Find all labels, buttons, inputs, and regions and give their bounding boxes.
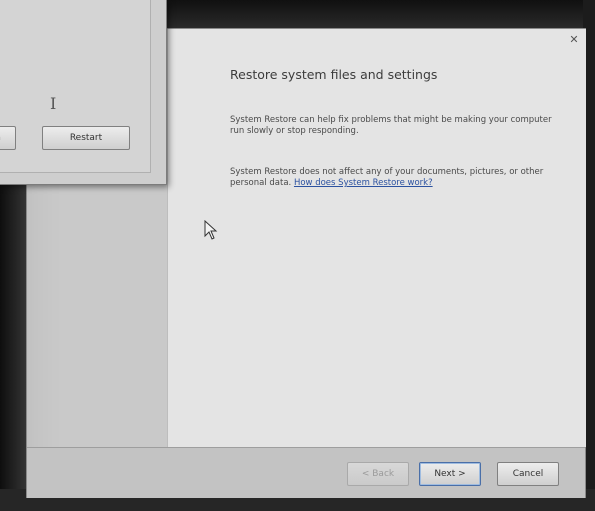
wizard-content-panel: ✕ Restore system files and settings Syst…: [167, 29, 586, 447]
cancel-button[interactable]: Cancel: [497, 462, 559, 486]
info-text: System Restore does not affect any of yo…: [230, 167, 560, 189]
dialog-left-button[interactable]: n: [0, 126, 16, 150]
ibeam-cursor-icon: I: [50, 94, 57, 113]
description-text: System Restore can help fix problems tha…: [230, 115, 552, 136]
back-button[interactable]: < Back: [347, 462, 409, 486]
arrow-cursor-icon: [204, 220, 218, 240]
restart-dialog-body: I n Restart: [0, 0, 151, 173]
next-button[interactable]: Next >: [419, 462, 481, 486]
close-icon[interactable]: ✕: [566, 33, 582, 47]
page-title: Restore system files and settings: [230, 67, 438, 82]
how-it-works-link[interactable]: How does System Restore work?: [294, 178, 433, 188]
restart-button[interactable]: Restart: [42, 126, 130, 150]
wizard-footer: < Back Next > Cancel: [27, 447, 585, 498]
restart-dialog: I n Restart: [0, 0, 167, 185]
